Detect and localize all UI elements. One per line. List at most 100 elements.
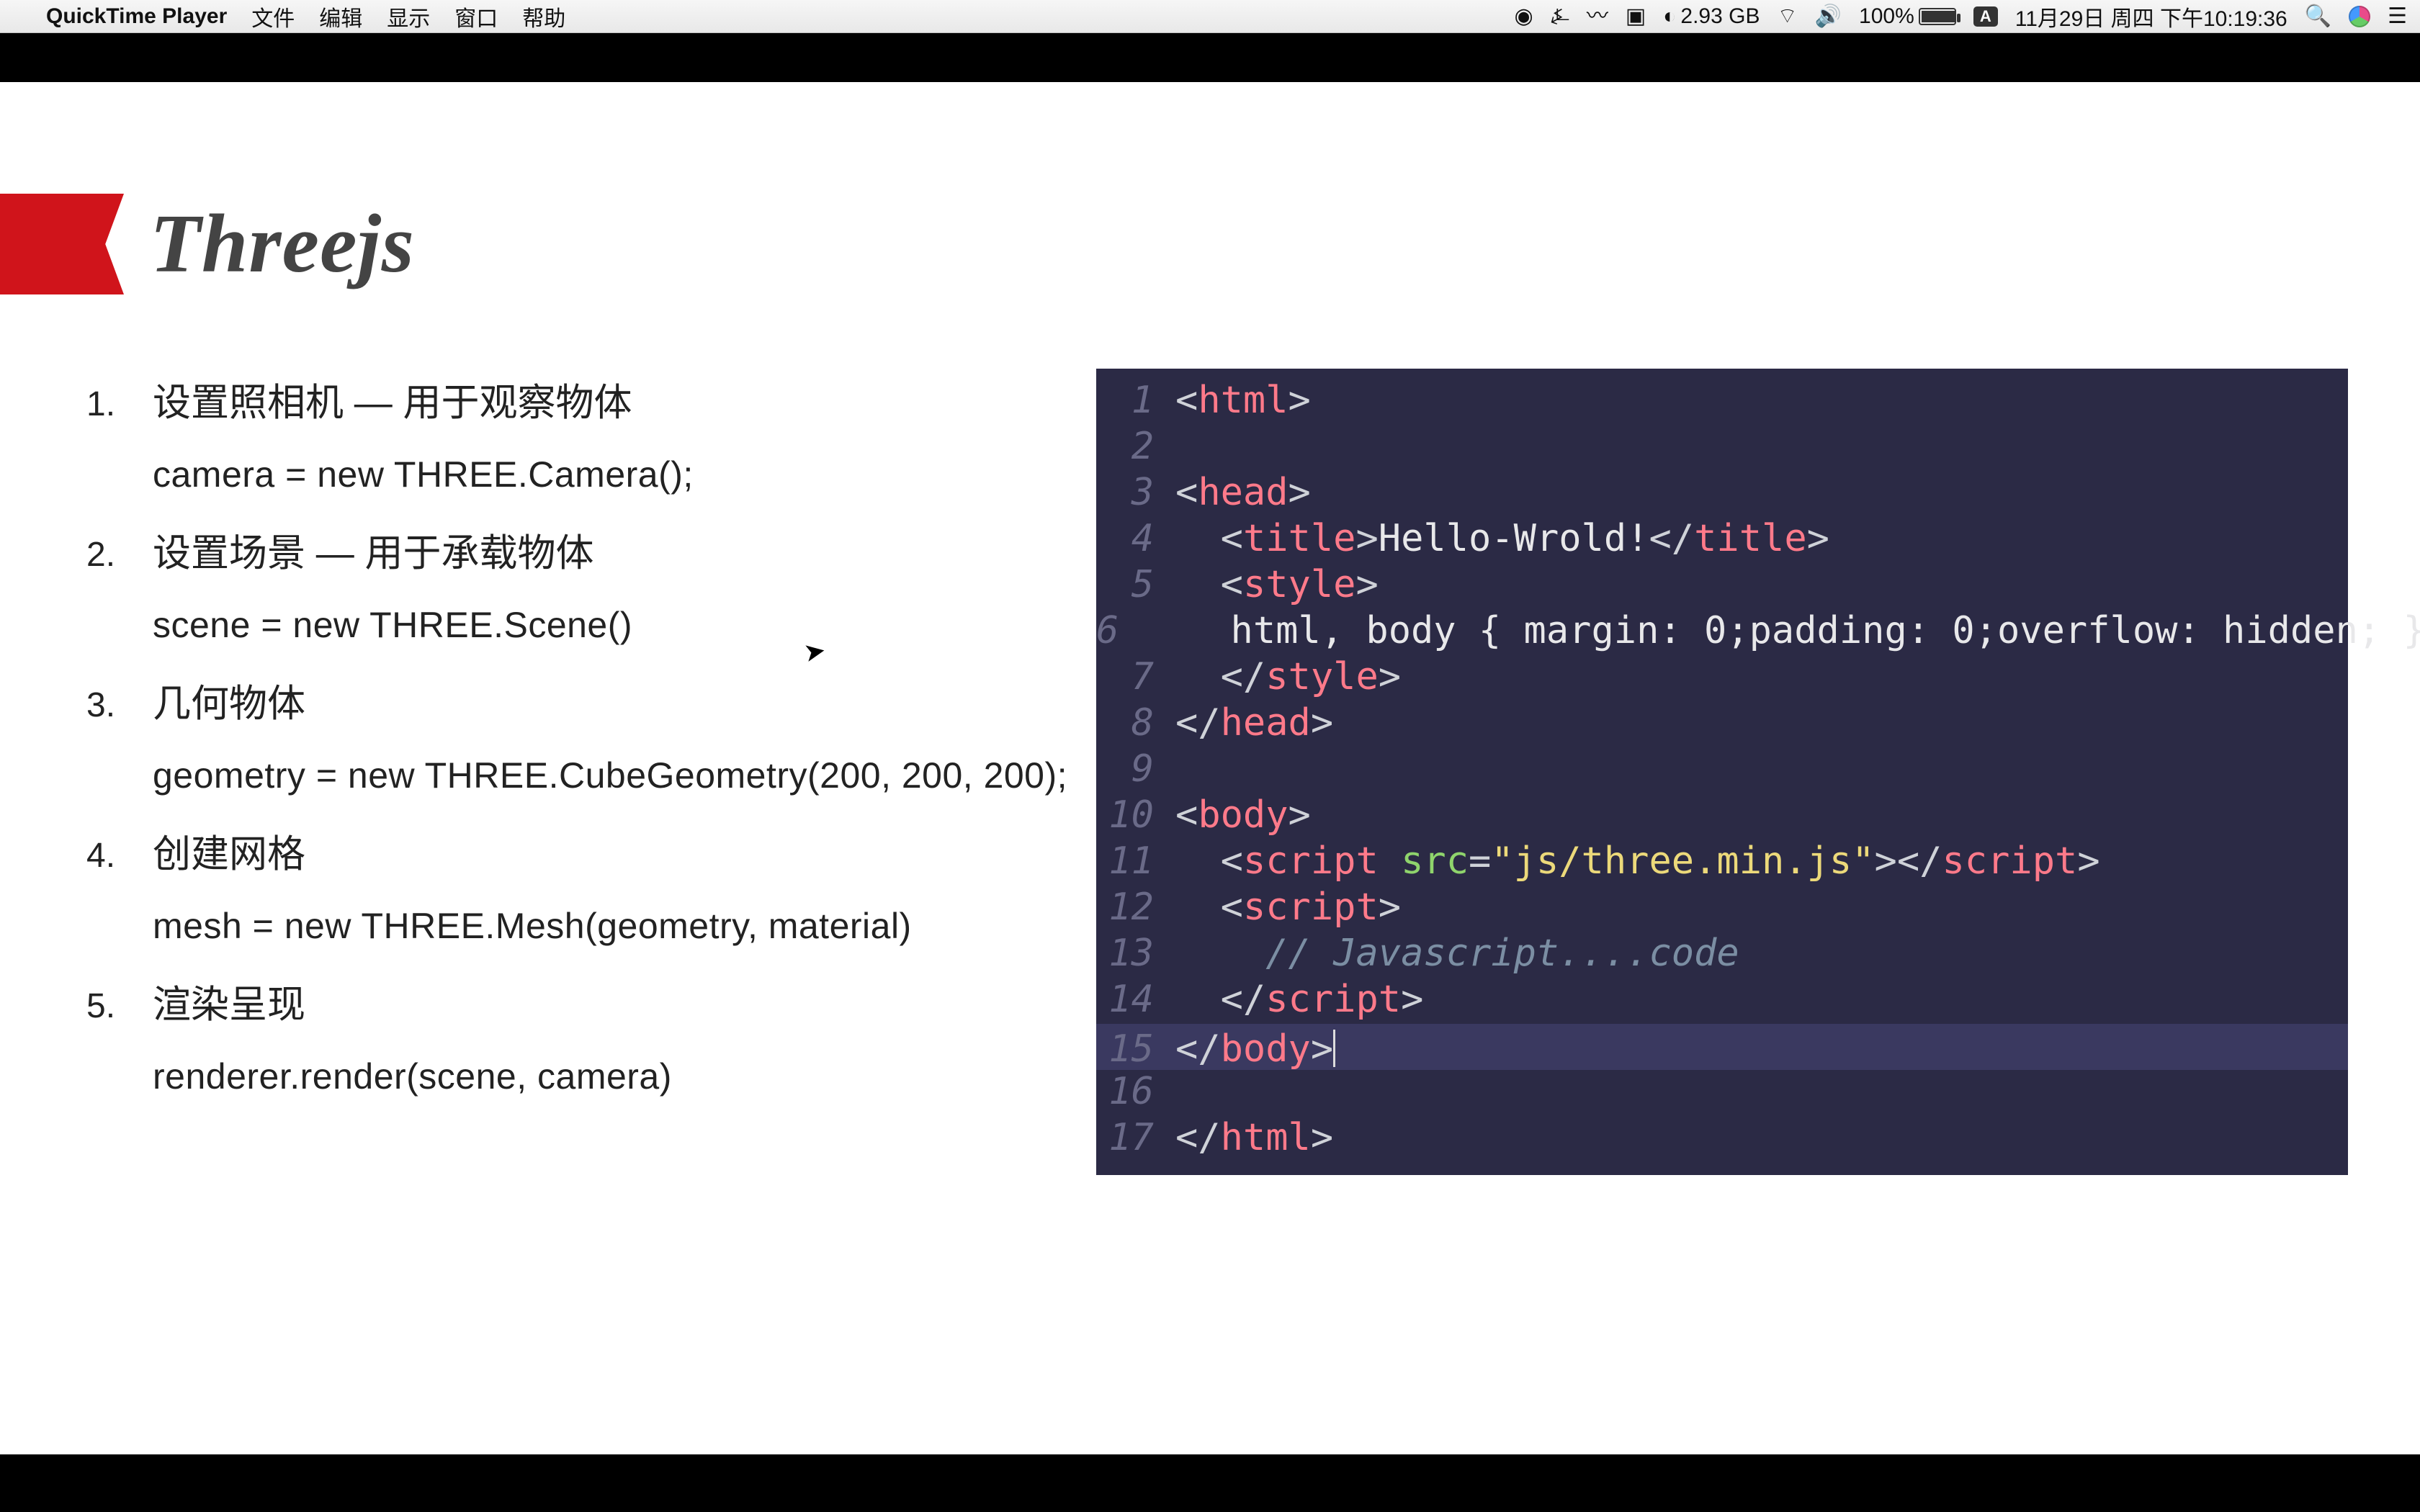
title-tab-icon	[0, 194, 124, 294]
line-number: 6	[1096, 609, 1140, 652]
code-line: 6 html, body { margin: 0;padding: 0;over…	[1096, 609, 2348, 655]
line-number: 12	[1096, 886, 1175, 929]
list-item: 1. 设置照相机 — 用于观察物体 camera = new THREE.Cam…	[86, 377, 1080, 499]
step-code: camera = new THREE.Camera();	[153, 451, 1080, 500]
line-number: 15	[1096, 1027, 1175, 1071]
code-line: 17</html>	[1096, 1116, 2348, 1162]
code-line: 7 </style>	[1096, 655, 2348, 701]
menu-help[interactable]: 帮助	[522, 1, 565, 32]
code-line: 8</head>	[1096, 701, 2348, 747]
code-line: 10<body>	[1096, 793, 2348, 840]
step-heading: 创建网格	[153, 829, 305, 881]
line-number: 8	[1096, 701, 1175, 744]
wifi-icon[interactable]: ⌔	[1777, 6, 1797, 27]
code-line: 14 </script>	[1096, 978, 2348, 1024]
code-editor: 1<html>23<head>4 <title>Hello-Wrold!</ti…	[1096, 369, 2348, 1175]
code-text: <html>	[1175, 379, 1311, 422]
code-text: </script>	[1175, 978, 1423, 1021]
line-number: 3	[1096, 471, 1175, 514]
code-text: // Javascript....code	[1175, 932, 1739, 975]
code-text: </html>	[1175, 1116, 1333, 1159]
menu-edit[interactable]: 编辑	[319, 1, 362, 32]
line-number: 1	[1096, 379, 1175, 422]
code-line: 15</body>	[1096, 1024, 2348, 1070]
code-text: <script src="js/three.min.js"></script>	[1175, 840, 2100, 883]
step-heading: 设置照相机 — 用于观察物体	[153, 377, 632, 429]
mac-menubar: QuickTime Player 文件 编辑 显示 窗口 帮助 ◉ ⍼ 〰 ▣ …	[0, 0, 2420, 33]
line-number: 4	[1096, 517, 1175, 560]
slide: Threejs 1. 设置照相机 — 用于观察物体 camera = new T…	[0, 82, 2420, 1454]
steps-list: 1. 设置照相机 — 用于观察物体 camera = new THREE.Cam…	[86, 377, 1080, 1382]
gauge-icon: ◐	[1663, 6, 1676, 27]
code-text: <style>	[1175, 563, 1379, 606]
list-item: 2. 设置场景 — 用于承载物体 scene = new THREE.Scene…	[86, 528, 1080, 649]
code-line: 12 <script>	[1096, 886, 2348, 932]
step-number: 4.	[86, 833, 153, 880]
list-item: 5. 渲染呈现 renderer.render(scene, camera)	[86, 979, 1080, 1101]
slide-title-block: Threejs	[0, 194, 415, 294]
list-item: 3. 几何物体 geometry = new THREE.CubeGeometr…	[86, 678, 1080, 800]
step-heading: 渲染呈现	[153, 979, 305, 1031]
step-number: 1.	[86, 382, 153, 428]
code-text: <script>	[1175, 886, 1401, 929]
step-code: renderer.render(scene, camera)	[153, 1053, 1080, 1102]
line-number: 7	[1096, 655, 1175, 698]
code-line: 4 <title>Hello-Wrold!</title>	[1096, 517, 2348, 563]
code-line: 1<html>	[1096, 379, 2348, 425]
presentation-viewport: Threejs 1. 设置照相机 — 用于观察物体 camera = new T…	[0, 33, 2420, 1512]
step-number: 5.	[86, 984, 153, 1030]
step-heading: 设置场景 — 用于承载物体	[153, 528, 593, 580]
notification-center-icon[interactable]: ☰	[2388, 6, 2407, 27]
step-code: scene = new THREE.Scene()	[153, 601, 1080, 650]
list-item: 4. 创建网格 mesh = new THREE.Mesh(geometry, …	[86, 829, 1080, 950]
code-text: <title>Hello-Wrold!</title>	[1175, 517, 1829, 560]
code-line: 16	[1096, 1070, 2348, 1116]
code-line: 5 <style>	[1096, 563, 2348, 609]
step-number: 3.	[86, 683, 153, 729]
code-text: <head>	[1175, 471, 1311, 514]
code-line: 9	[1096, 747, 2348, 793]
line-number: 17	[1096, 1116, 1175, 1159]
line-number: 11	[1096, 840, 1175, 883]
code-text: </style>	[1175, 655, 1401, 698]
text-caret-icon	[1333, 1030, 1335, 1067]
siri-icon[interactable]	[2349, 6, 2370, 27]
magnify-icon[interactable]: ⍼	[1551, 6, 1569, 27]
clock[interactable]: 11月29日 周四 下午10:19:36	[2015, 1, 2287, 32]
spotlight-icon[interactable]: 🔍	[2305, 6, 2331, 27]
input-method-badge[interactable]: A	[1973, 6, 1998, 27]
battery-pct: 100%	[1859, 4, 1914, 29]
battery-icon	[1919, 8, 1956, 25]
memory-status[interactable]: ◐ 2.93 GB	[1663, 4, 1760, 29]
line-number: 9	[1096, 747, 1175, 791]
code-text: </head>	[1175, 701, 1333, 744]
code-text: html, body { margin: 0;padding: 0;overfl…	[1140, 609, 2420, 652]
menu-window[interactable]: 窗口	[454, 1, 498, 32]
memory-text: 2.93 GB	[1680, 4, 1760, 29]
step-code: mesh = new THREE.Mesh(geometry, material…	[153, 902, 1080, 951]
line-number: 2	[1096, 425, 1175, 468]
record-icon[interactable]: ◉	[1515, 6, 1533, 27]
menu-file[interactable]: 文件	[251, 1, 295, 32]
line-number: 14	[1096, 978, 1175, 1021]
battery-status[interactable]: 100%	[1859, 4, 1956, 29]
line-number: 10	[1096, 793, 1175, 837]
line-number: 16	[1096, 1070, 1175, 1113]
line-number: 5	[1096, 563, 1175, 606]
tilde-icon[interactable]: 〰	[1587, 6, 1608, 27]
code-line: 3<head>	[1096, 471, 2348, 517]
volume-icon[interactable]: 🔊	[1815, 6, 1842, 27]
step-number: 2.	[86, 532, 153, 579]
app-name[interactable]: QuickTime Player	[46, 4, 227, 29]
step-heading: 几何物体	[153, 678, 305, 730]
code-text: </body>	[1175, 1024, 1335, 1071]
code-line: 11 <script src="js/three.min.js"></scrip…	[1096, 840, 2348, 886]
code-line: 2	[1096, 425, 2348, 471]
line-number: 13	[1096, 932, 1175, 975]
box-icon[interactable]: ▣	[1626, 6, 1646, 27]
menu-view[interactable]: 显示	[387, 1, 430, 32]
slide-title: Threejs	[150, 197, 415, 292]
code-line: 13 // Javascript....code	[1096, 932, 2348, 978]
step-code: geometry = new THREE.CubeGeometry(200, 2…	[153, 752, 1080, 801]
code-text: <body>	[1175, 793, 1311, 837]
